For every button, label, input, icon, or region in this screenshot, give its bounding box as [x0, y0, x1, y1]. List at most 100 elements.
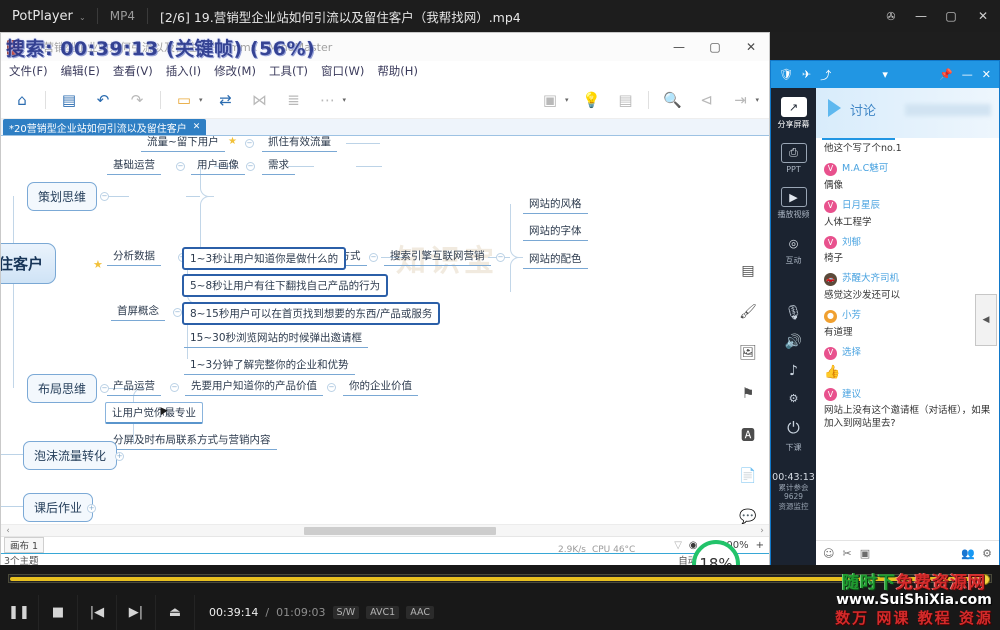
mindmap-node-contact-layout[interactable]: 分屏及时布局联系方式与营销内容 — [107, 430, 277, 450]
expand-toggle[interactable]: − — [173, 308, 182, 317]
mindmap-node-product-value[interactable]: 先要用户知道你的产品价值 — [185, 376, 323, 396]
eject-button[interactable]: ⏏ — [156, 595, 195, 630]
potplayer-brand[interactable]: PotPlayer ⌄ — [0, 9, 95, 24]
share-icon[interactable]: ⊲ — [695, 89, 717, 111]
previous-button[interactable]: |◀ — [78, 595, 117, 630]
mindmap-canvas[interactable]: 知识宝 — [1, 136, 769, 524]
structure-icon[interactable]: ⇄ — [215, 89, 237, 111]
save-icon[interactable]: ▤ — [58, 89, 80, 111]
mindmap-node-fs4[interactable]: 15~30秒浏览网站的时候弹出邀请框 — [184, 328, 368, 348]
video-viewport[interactable]: 搜索: 00:39:13 (关键帧) (56%) 20营销型企业站如何引流以及留… — [0, 32, 1000, 565]
avatar[interactable]: 🚗 — [824, 273, 837, 286]
mindmap-node-seo[interactable]: 搜索引擎互联网营销 — [384, 246, 491, 266]
image-icon[interactable]: 🖼 — [739, 344, 757, 362]
mindmap-node-user-profile[interactable]: 用户画像 — [191, 155, 245, 175]
font-icon[interactable]: 🅰 — [739, 426, 757, 444]
pin-icon[interactable]: ✇ — [876, 0, 906, 32]
avatar[interactable]: V — [824, 347, 837, 360]
mindmap-node-traffic-catch[interactable]: 抓住有效流量 — [262, 136, 337, 152]
close-icon[interactable]: ✕ — [193, 122, 201, 132]
maximize-button[interactable]: ▢ — [936, 0, 966, 32]
speaker-icon[interactable]: 🔊 — [785, 334, 802, 350]
mindmap-node-site-font[interactable]: 网站的字体 — [523, 221, 588, 241]
minimize-button[interactable]: — — [906, 0, 936, 32]
dingtalk-close-button[interactable]: ✕ — [982, 68, 991, 81]
stop-button[interactable]: ■ — [39, 595, 78, 630]
export-icon[interactable]: ⤴ — [820, 67, 831, 83]
home-icon[interactable]: ⌂ — [11, 89, 33, 111]
dingtalk-chat-area[interactable]: 讨论 他这个写了个no.1 V M.A.C魅可 偶像 V 日月星辰 人体工程学 — [816, 88, 999, 565]
layout-icon[interactable]: ⋈ — [249, 89, 271, 111]
scroll-right-arrow[interactable]: › — [755, 526, 769, 536]
mindmap-node-site-color[interactable]: 网站的配色 — [523, 249, 588, 269]
mindmap-node-professional[interactable]: 让用户觉你最专业 — [105, 402, 203, 424]
menu-item-tools[interactable]: 工具(T) — [269, 63, 308, 79]
avatar[interactable]: ● — [824, 310, 837, 323]
end-class-icon[interactable]: ⏻ — [787, 418, 800, 438]
menu-item-help[interactable]: 帮助(H) — [377, 63, 418, 79]
scroll-track[interactable] — [15, 527, 755, 535]
mindmaster-minimize-button[interactable]: — — [661, 33, 697, 61]
avatar[interactable]: V — [824, 200, 837, 213]
note-icon[interactable]: 📄 — [739, 467, 757, 485]
menu-item-edit[interactable]: 编辑(E) — [61, 63, 100, 79]
redo-icon[interactable]: ↷ — [126, 89, 148, 111]
expand-toggle[interactable]: + — [115, 452, 124, 461]
chevron-down-icon[interactable]: ▾ — [755, 96, 759, 104]
mindmap-node-fs3[interactable]: 8~15秒用户可以在首页找到想要的东西/产品或服务 — [182, 302, 440, 325]
mindmap-node-company-value[interactable]: 你的企业价值 — [343, 376, 418, 396]
theme-icon[interactable]: ▭ — [173, 89, 195, 111]
brush-icon[interactable]: 🖌 — [739, 303, 757, 321]
mindmap-node-branch4[interactable]: 课后作业 — [23, 493, 93, 522]
ppt-icon[interactable]: ⎙ — [781, 143, 807, 163]
expand-toggle[interactable]: − — [176, 162, 185, 171]
chevron-down-icon[interactable]: ▾ — [343, 96, 347, 104]
shield-icon[interactable]: 🛡 — [779, 68, 793, 81]
outline-icon[interactable]: ▤ — [739, 262, 757, 280]
canvas-selector[interactable]: 画布 1 — [4, 537, 44, 553]
music-icon[interactable]: ♪ — [789, 363, 798, 379]
gear-icon[interactable]: ⚙ — [982, 547, 992, 560]
pin-icon[interactable]: 📌 — [939, 68, 953, 81]
avatar[interactable]: V — [824, 163, 837, 176]
dingtalk-minimize-button[interactable]: — — [962, 68, 973, 81]
undo-icon[interactable]: ↶ — [92, 89, 114, 111]
airplane-icon[interactable]: ✈ — [802, 68, 811, 81]
document-tab[interactable]: *20营销型企业站如何引流以及留住客户 ✕ — [3, 119, 206, 135]
mindmap-node-traffic-keep[interactable]: 流量~留下用户 — [141, 136, 225, 152]
mindmap-node-analyze[interactable]: 分析数据 — [107, 246, 161, 266]
mindmap-node-first-screen[interactable]: 首屏概念 — [111, 301, 165, 321]
settings-icon[interactable]: ⚙ — [789, 392, 799, 405]
menu-item-view[interactable]: 查看(V) — [113, 63, 153, 79]
mindmap-node-branch3[interactable]: 泡沫流量转化 — [23, 441, 117, 470]
expand-toggle[interactable]: − — [245, 139, 254, 148]
flag-icon[interactable]: ⚑ — [739, 385, 757, 403]
scroll-thumb[interactable] — [304, 527, 496, 535]
panel-collapse-button[interactable]: ◀ — [975, 294, 997, 346]
mindmap-node-branch2[interactable]: 布局思维 — [27, 374, 97, 403]
more-icon[interactable]: ⋯ — [317, 89, 339, 111]
mindmap-node-branch1[interactable]: 策划思维 — [27, 182, 97, 211]
close-button[interactable]: ✕ — [966, 0, 1000, 32]
play-video-icon[interactable]: ▶ — [781, 187, 807, 207]
mindmap-node-fs1[interactable]: 1~3秒让用户知道你是做什么的 — [182, 247, 346, 270]
mindmap-node-base-ops[interactable]: 基础运营 — [107, 155, 161, 175]
chevron-down-icon[interactable]: ▾ — [199, 96, 203, 104]
expand-toggle[interactable]: − — [369, 253, 378, 262]
interaction-icon[interactable]: ◎ — [781, 233, 807, 253]
expand-toggle[interactable]: − — [496, 253, 505, 262]
share-screen-icon[interactable]: ↗ — [781, 97, 807, 117]
avatar[interactable]: V — [824, 388, 837, 401]
emoji-icon[interactable]: ☺ — [823, 547, 834, 560]
mindmap-node-fs2[interactable]: 5~8秒让用户有往下翻找自己产品的行为 — [182, 274, 388, 297]
mindmap-node-demand[interactable]: 需求 — [262, 155, 295, 175]
note-icon[interactable]: ▤ — [614, 89, 636, 111]
mindmap-node-fs5[interactable]: 1~3分钟了解完整你的企业和优势 — [184, 355, 355, 375]
chevron-down-icon[interactable]: ▾ — [565, 96, 569, 104]
expand-toggle[interactable]: + — [87, 504, 96, 513]
expand-toggle[interactable]: − — [327, 383, 336, 392]
menu-item-modify[interactable]: 修改(M) — [214, 63, 256, 79]
mindmaster-close-button[interactable]: ✕ — [733, 33, 769, 61]
mindmaster-maximize-button[interactable]: ▢ — [697, 33, 733, 61]
mindmap-root-node[interactable]: 及留住客户 — [1, 243, 56, 284]
